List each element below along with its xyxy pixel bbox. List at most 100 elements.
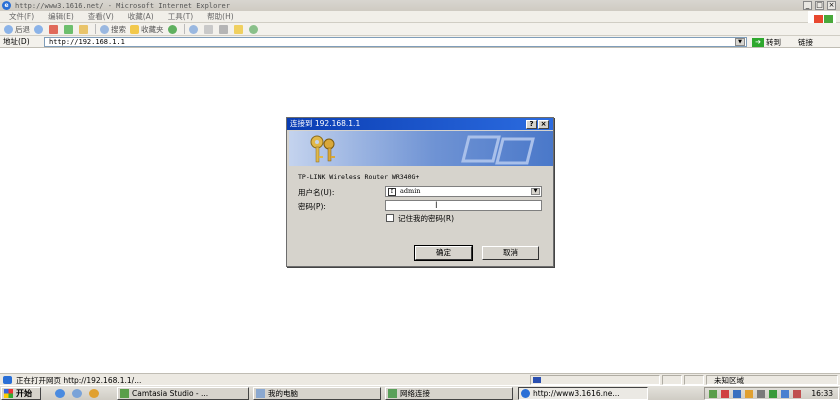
toolbar: 后退 搜索 收藏夹: [0, 23, 840, 36]
refresh-icon: [64, 24, 73, 34]
page-loading-icon: [3, 376, 12, 384]
go-button[interactable]: ➔ 转到: [752, 37, 781, 48]
back-button[interactable]: 后退: [4, 24, 30, 35]
clock[interactable]: 16:33: [811, 389, 833, 398]
menu-help[interactable]: 帮助(H): [207, 11, 234, 22]
status-panel: [662, 375, 682, 385]
ie-logo-icon: e: [2, 1, 11, 10]
realm-text: TP-LINK Wireless Router WR340G+: [298, 173, 420, 181]
tray-network-icon[interactable]: [733, 390, 741, 398]
tray-security-icon[interactable]: [769, 390, 777, 398]
camtasia-icon: [120, 389, 129, 398]
password-input[interactable]: [385, 200, 542, 211]
print-button[interactable]: [218, 24, 230, 34]
menu-view[interactable]: 查看(V): [88, 11, 114, 22]
taskbar-item-network[interactable]: 网络连接: [385, 387, 513, 400]
toolbar-separator: [183, 24, 185, 34]
username-dropdown-button[interactable]: ▼: [531, 188, 540, 195]
ie-quicklaunch-icon[interactable]: [55, 389, 65, 398]
messenger-icon: [248, 24, 258, 34]
tray-messenger-icon[interactable]: [781, 390, 789, 398]
window-title: http://www3.1616.net/ - Microsoft Intern…: [15, 1, 230, 10]
menu-bar: 文件(F) 编辑(E) 查看(V) 收藏(A) 工具(T) 帮助(H): [0, 11, 840, 23]
taskbar-item-my-computer[interactable]: 我的电脑: [253, 387, 381, 400]
mail-button[interactable]: [203, 24, 215, 34]
links-button[interactable]: 链接: [798, 37, 813, 48]
menu-favorites[interactable]: 收藏(A): [128, 11, 154, 22]
toolbar-separator: [95, 24, 96, 34]
media-icon: [167, 24, 177, 34]
windows-flag-icon: [4, 389, 13, 398]
text-cursor-icon: I: [435, 201, 438, 211]
media-button[interactable]: [167, 24, 179, 34]
tray-antivirus-icon[interactable]: [721, 390, 729, 398]
address-dropdown-button[interactable]: ▼: [735, 38, 745, 46]
taskbar-item-ie[interactable]: http://www3.1616.ne...: [518, 387, 648, 400]
home-button[interactable]: [79, 24, 90, 34]
tray-volume-icon[interactable]: [757, 390, 765, 398]
stop-button[interactable]: [49, 24, 60, 34]
minimize-button[interactable]: _: [803, 1, 812, 10]
dialog-title: 连接到 192.168.1.1: [290, 119, 361, 128]
go-arrow-icon: ➔: [752, 38, 764, 47]
mail-icon: [203, 24, 213, 34]
password-label: 密码(P):: [298, 202, 326, 211]
search-icon: [100, 24, 109, 34]
dialog-title-bar[interactable]: 连接到 192.168.1.1 ? ×: [287, 118, 553, 130]
login-dialog: 连接到 192.168.1.1 ? × TP-LINK Wireless Rou…: [286, 117, 554, 267]
forward-arrow-icon: [34, 24, 43, 34]
network-icon: [388, 389, 397, 398]
dialog-close-button[interactable]: ×: [538, 120, 549, 129]
desktop-quicklaunch-icon[interactable]: [72, 389, 82, 398]
folder-button[interactable]: [233, 24, 245, 34]
keys-icon: [310, 135, 335, 163]
computer-icon: [256, 389, 265, 398]
dialog-banner: [289, 131, 553, 166]
tray-app-icon[interactable]: [745, 390, 753, 398]
remember-password-label[interactable]: 记住我的密码(R): [398, 213, 454, 224]
dialog-help-button[interactable]: ?: [526, 120, 537, 129]
tray-update-icon[interactable]: [793, 390, 801, 398]
status-panel: [684, 375, 704, 385]
home-icon: [79, 24, 88, 34]
stop-icon: [49, 24, 58, 34]
progress-panel: [530, 375, 660, 385]
history-icon: [188, 24, 198, 34]
tray-camtasia-icon[interactable]: [709, 390, 717, 398]
taskbar: 开始 Camtasia Studio - ... 我的电脑 网络连接 http:…: [0, 385, 840, 400]
user-icon: f: [388, 188, 396, 196]
refresh-button[interactable]: [64, 24, 75, 34]
menu-file[interactable]: 文件(F): [9, 11, 34, 22]
ok-button[interactable]: 确定: [414, 245, 473, 261]
remember-password-checkbox[interactable]: [386, 214, 394, 222]
back-arrow-icon: [4, 24, 13, 34]
messenger-button[interactable]: [248, 24, 260, 34]
system-tray: 16:33: [704, 387, 839, 400]
username-label: 用户名(U):: [298, 188, 335, 197]
maximize-button[interactable]: □: [815, 1, 824, 10]
print-icon: [218, 24, 228, 34]
username-input[interactable]: f admin ▼: [385, 186, 542, 197]
ie-icon: [521, 389, 530, 398]
address-input[interactable]: http://192.168.1.1: [44, 37, 747, 47]
address-label: 地址(D): [3, 37, 30, 46]
star-icon: [130, 24, 139, 34]
folder-icon: [233, 24, 243, 34]
start-button[interactable]: 开始: [1, 387, 41, 400]
status-bar: 正在打开网页 http://192.168.1.1/... 未知区域: [0, 373, 840, 385]
search-button[interactable]: 搜索: [100, 24, 126, 35]
forward-button[interactable]: [34, 24, 45, 34]
favorites-button[interactable]: 收藏夹: [130, 24, 164, 35]
menu-edit[interactable]: 编辑(E): [48, 11, 74, 22]
menu-tools[interactable]: 工具(T): [168, 11, 193, 22]
username-value: admin: [400, 187, 421, 195]
progress-bar: [533, 377, 541, 383]
address-bar: 地址(D) http://192.168.1.1 ▼ ➔ 转到 链接: [0, 36, 840, 48]
close-window-button[interactable]: ×: [827, 1, 836, 10]
history-button[interactable]: [188, 24, 200, 34]
banner-decoration-icon: [461, 135, 535, 165]
cancel-button[interactable]: 取消: [482, 246, 539, 260]
window-title-bar[interactable]: e http://www3.1616.net/ - Microsoft Inte…: [0, 0, 840, 11]
taskbar-item-camtasia[interactable]: Camtasia Studio - ...: [117, 387, 249, 400]
firefox-quicklaunch-icon[interactable]: [89, 389, 99, 398]
